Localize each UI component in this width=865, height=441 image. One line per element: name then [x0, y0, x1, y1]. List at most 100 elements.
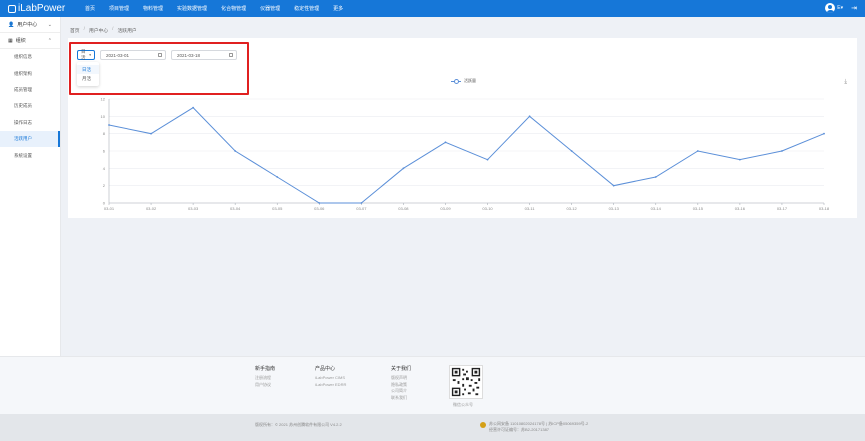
chart-legend[interactable]: 活跃量 [451, 78, 476, 84]
end-date-value: 2021-03-18 [177, 52, 201, 58]
qr-caption: 微信公众号 [453, 402, 473, 407]
avatar-icon[interactable] [825, 3, 836, 13]
footer-column-title: 关于我们 [391, 366, 412, 372]
nav-item-project[interactable]: 项目管理 [102, 5, 136, 12]
record-line-2: 经营许可证编号：苏B2-20171387 [489, 427, 550, 432]
data-point [108, 124, 110, 126]
sidebar-group-user-center[interactable]: 👤 用户中心 ⌄ [0, 17, 60, 33]
y-tick-label: 6 [103, 149, 106, 154]
data-point [612, 184, 615, 187]
footer-link[interactable]: 用户协议 [255, 382, 275, 389]
y-tick-label: 2 [103, 183, 106, 188]
end-date-picker[interactable]: 2021-03-18 [171, 50, 237, 60]
period-select[interactable]: 日活 ▾ [77, 49, 95, 60]
data-point [654, 176, 657, 178]
footer-column-title: 产品中心 [315, 366, 336, 372]
data-point [696, 150, 699, 152]
breadcrumb-user-center[interactable]: 用户中心 [89, 27, 108, 34]
download-icon[interactable]: ⤓ [844, 79, 847, 86]
data-point [823, 132, 825, 135]
user-menu[interactable]: E ▾ ⇥ [825, 3, 857, 13]
footer-link[interactable]: 版权声明 [391, 375, 411, 382]
start-date-value: 2021-03-01 [106, 52, 130, 58]
footer-column-about: 关于我们 版权声明 隐私政策 公司简介 联系我们 [391, 365, 411, 401]
sidebar-item-history-members[interactable]: 历史成员 [0, 98, 60, 114]
logout-icon[interactable]: ⇥ [851, 4, 857, 12]
footer-link[interactable]: 公司简介 [391, 388, 411, 395]
start-date-picker[interactable]: 2021-03-01 [100, 50, 166, 60]
breadcrumb-current: 活跃用户 [117, 29, 137, 34]
y-tick-label: 8 [103, 131, 106, 136]
breadcrumb-home[interactable]: 首页 [70, 27, 80, 34]
x-tick-label: 03-05 [272, 206, 283, 211]
sidebar-group-label: 组织 [15, 38, 26, 44]
breadcrumb: 首页 / 用户中心 / 活跃用户 [70, 27, 137, 34]
data-point [360, 202, 363, 204]
chevron-down-icon[interactable]: ▾ [841, 5, 844, 11]
x-tick-label: 03-15 [693, 206, 704, 211]
sidebar-item-system-settings[interactable]: 系统设置 [0, 147, 60, 163]
nav-item-more[interactable]: 更多 [326, 5, 350, 12]
x-tick-label: 03-01 [104, 206, 115, 211]
x-tick-label: 03-16 [735, 206, 746, 211]
x-tick-label: 03-10 [482, 206, 493, 211]
sidebar-item-org-structure[interactable]: 组织架构 [0, 65, 60, 81]
data-point [234, 150, 237, 152]
footer-link[interactable]: iLabPower CIMS [315, 375, 346, 382]
top-navbar: iLabPower 首页 项目管理 物料管理 实验数据管理 化合物管理 仪器管理… [0, 0, 865, 17]
sidebar-item-members[interactable]: 成员管理 [0, 82, 60, 98]
x-tick-label: 03-11 [525, 206, 536, 211]
x-tick-label: 03-04 [230, 206, 241, 211]
sidebar-group-org[interactable]: ▦ 组织 ⌃ [0, 33, 60, 49]
x-tick-label: 03-07 [356, 206, 367, 211]
period-dropdown: 日活 月活 [77, 62, 99, 86]
chevron-down-icon: ▾ [89, 53, 91, 57]
y-tick-label: 12 [101, 97, 106, 102]
data-point [192, 106, 195, 109]
data-point [570, 150, 573, 152]
footer-link[interactable]: 注册流程 [255, 375, 275, 382]
nav-item-instrument[interactable]: 仪器管理 [253, 5, 287, 12]
x-tick-label: 03-03 [188, 206, 199, 211]
breadcrumb-separator: / [112, 27, 114, 32]
footer-column-guide: 新手指南 注册流程 用户协议 [255, 365, 275, 388]
sidebar-item-org-info[interactable]: 组织信息 [0, 49, 60, 65]
x-tick-label: 03-13 [609, 206, 620, 211]
y-tick-label: 0 [103, 201, 106, 206]
period-option-monthly[interactable]: 月活 [77, 74, 99, 83]
legend-label: 活跃量 [464, 78, 476, 83]
nav-item-experiment-data[interactable]: 实验数据管理 [170, 5, 214, 12]
x-tick-label: 03-08 [398, 206, 409, 211]
sidebar-item-active-users[interactable]: 活跃用户 [0, 130, 60, 148]
data-point [276, 176, 279, 178]
active-users-card: 0 2 4 6 8 10 12 03-01 03-02 03-03 03-04 03-05 03-06 0… [68, 38, 857, 218]
footer-link[interactable]: iLabPower EDRR [315, 382, 346, 389]
logo[interactable]: iLabPower [0, 3, 70, 14]
footer-link[interactable]: 联系我们 [391, 395, 411, 402]
period-option-daily[interactable]: 日活 [77, 65, 99, 74]
footer-column-products: 产品中心 iLabPower CIMS iLabPower EDRR [315, 365, 346, 388]
qr-code-icon [449, 365, 483, 399]
data-point [486, 158, 489, 161]
x-tick-label: 03-06 [314, 206, 325, 211]
y-tick-label: 4 [103, 166, 106, 171]
sidebar-item-operation-log[interactable]: 操作日志 [0, 115, 60, 131]
nav-item-material[interactable]: 物料管理 [136, 5, 170, 12]
chevron-up-icon: ⌃ [47, 37, 52, 44]
active-users-line-chart: 0 2 4 6 8 10 12 03-01 03-02 03-03 03-04 03-05 03-06 0… [101, 97, 830, 212]
logo-mark-icon [8, 4, 16, 13]
x-tick-label: 03-17 [777, 206, 788, 211]
legend-line-icon [451, 79, 461, 84]
data-point [444, 141, 447, 144]
nav-item-compound[interactable]: 化合物管理 [214, 5, 253, 12]
data-point [402, 167, 405, 170]
user-icon: 👤 [8, 21, 15, 28]
nav-item-stability[interactable]: 稳定性管理 [287, 5, 326, 12]
data-point [781, 150, 783, 152]
nav-item-home[interactable]: 首页 [78, 5, 102, 12]
main-nav: 首页 项目管理 物料管理 实验数据管理 化合物管理 仪器管理 稳定性管理 更多 [78, 5, 350, 12]
chevron-down-icon: ⌄ [47, 21, 52, 28]
copyright-text: 版权所有：© 2021 苏州创腾软件有限公司 V4.2.2 [255, 422, 342, 427]
period-select-value: 日活 [81, 49, 86, 60]
record-info: 苏公网安备 11010802024178号 | 苏ICP备05069359号-2… [480, 421, 588, 433]
